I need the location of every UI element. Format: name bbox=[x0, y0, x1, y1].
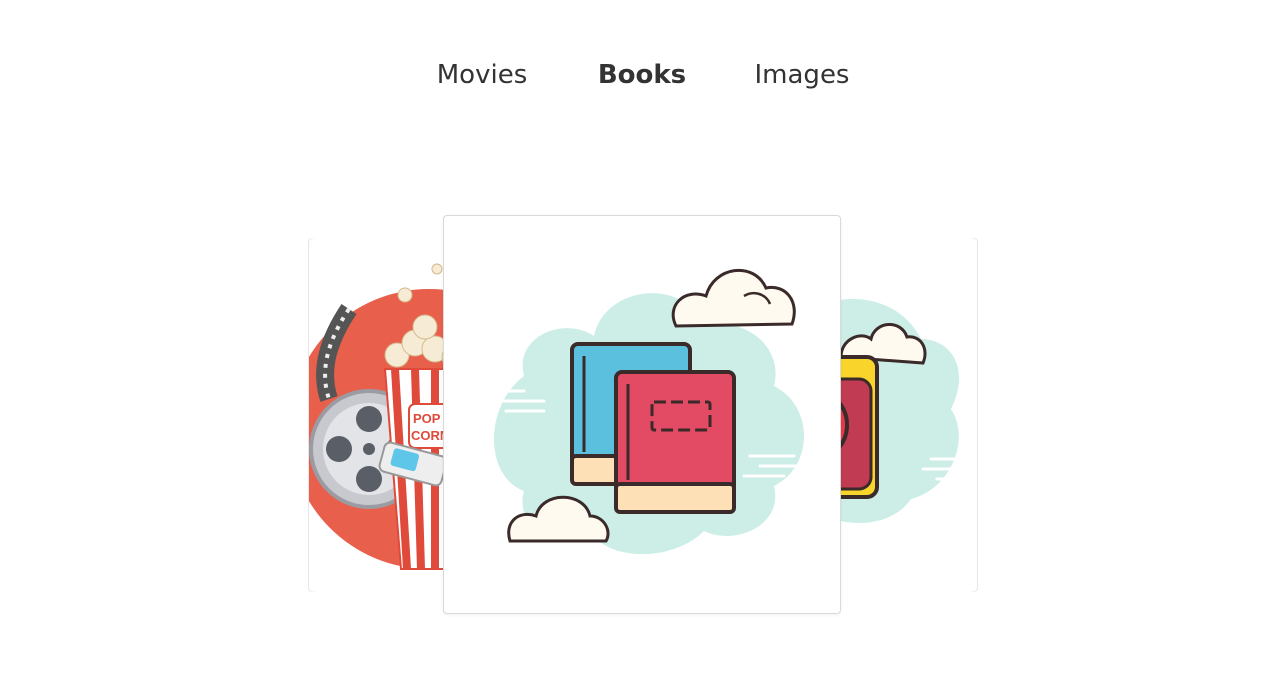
tab-books[interactable]: Books bbox=[598, 58, 686, 92]
tab-images[interactable]: Images bbox=[755, 58, 850, 92]
tab-movies[interactable]: Movies bbox=[437, 58, 528, 92]
svg-text:POP: POP bbox=[413, 411, 441, 426]
category-tabs: Movies Books Images bbox=[0, 52, 1262, 100]
books-icon bbox=[492, 268, 806, 555]
slide-books[interactable] bbox=[443, 215, 841, 614]
carousel-page: Movies Books Images POP CORN bbox=[0, 0, 1262, 700]
